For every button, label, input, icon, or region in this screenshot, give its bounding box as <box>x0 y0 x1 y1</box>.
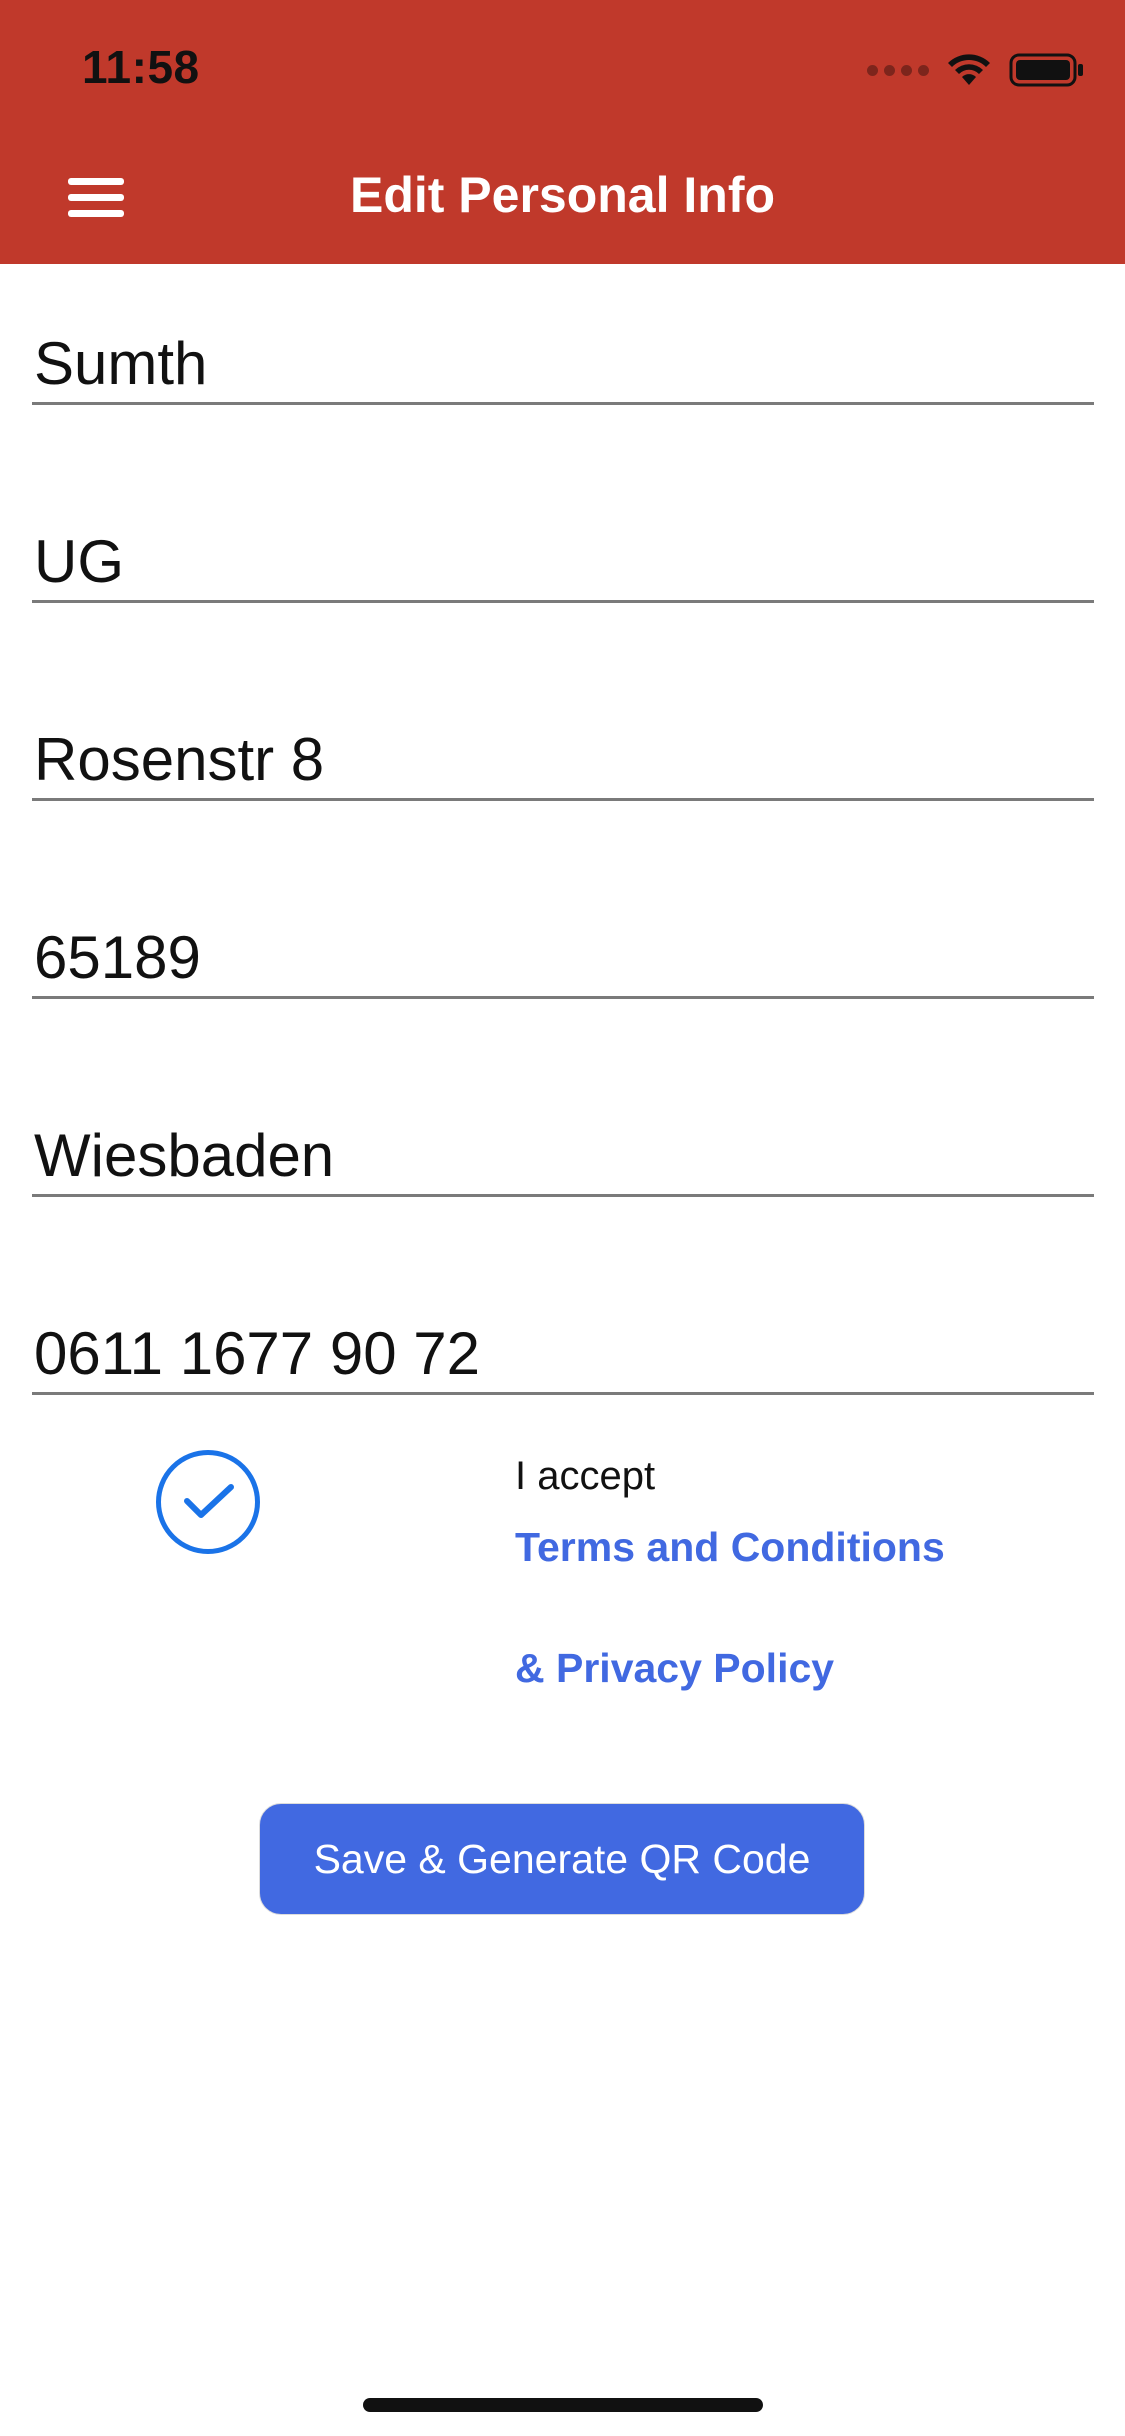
company-input[interactable] <box>34 527 1084 596</box>
city-input[interactable] <box>34 1121 1084 1190</box>
phone-input[interactable] <box>34 1319 1084 1388</box>
name-input[interactable] <box>34 329 1084 398</box>
battery-icon <box>1009 53 1083 87</box>
company-field[interactable] <box>32 490 1094 603</box>
wifi-icon <box>948 54 990 85</box>
terms-link[interactable]: Terms and Conditions <box>515 1524 945 1571</box>
checkmark-icon <box>184 1484 234 1518</box>
privacy-link[interactable]: & Privacy Policy <box>515 1645 834 1692</box>
phone-field[interactable] <box>32 1282 1094 1395</box>
cellular-signal-icon <box>867 64 929 76</box>
postal-code-field[interactable] <box>32 886 1094 999</box>
postal-code-input[interactable] <box>34 923 1084 992</box>
save-generate-qr-button[interactable]: Save & Generate QR Code <box>259 1803 865 1915</box>
street-input[interactable] <box>34 725 1084 794</box>
status-icons <box>867 48 1085 92</box>
accept-label: I accept <box>515 1454 656 1498</box>
accept-checkbox[interactable] <box>156 1450 260 1554</box>
street-field[interactable] <box>32 688 1094 801</box>
status-time: 11:58 <box>82 41 200 93</box>
name-field[interactable] <box>32 292 1094 405</box>
home-indicator[interactable] <box>363 2398 763 2412</box>
app-header: 11:58 Edit Personal Info <box>0 0 1125 264</box>
city-field[interactable] <box>32 1084 1094 1197</box>
page-title: Edit Personal Info <box>349 167 776 223</box>
